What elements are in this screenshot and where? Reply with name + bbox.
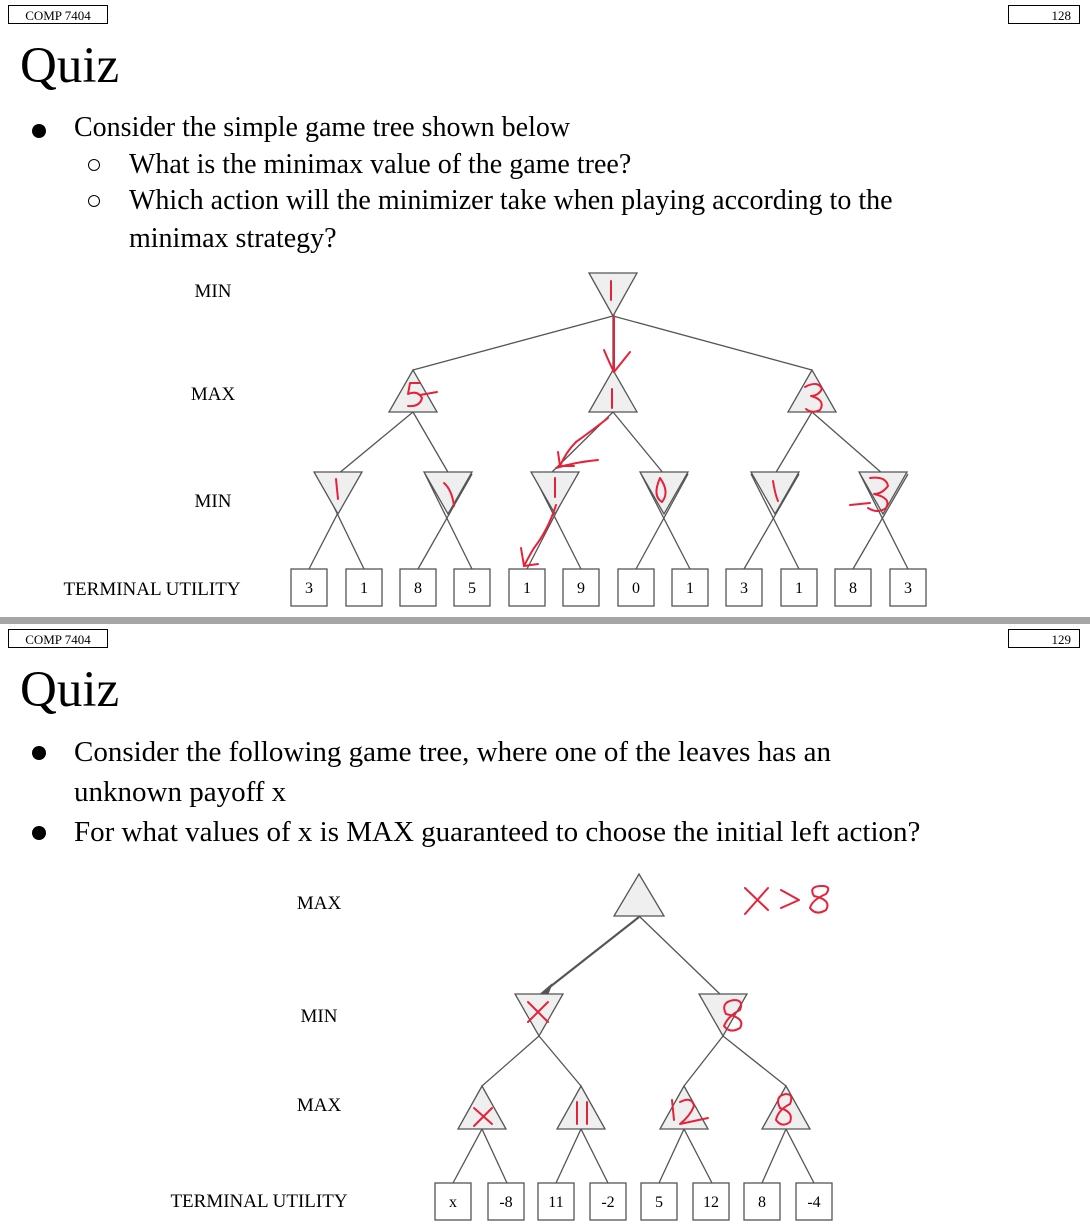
terminal-leaves: x -8 11 -2 5 12 8 -4 bbox=[434, 1182, 833, 1221]
min-node bbox=[638, 471, 690, 516]
level-label-max: MAX bbox=[297, 893, 342, 914]
min-node bbox=[422, 471, 474, 516]
terminal-leaves: 3 1 8 5 1 9 0 1 3 1 8 3 bbox=[290, 568, 927, 607]
leaf-value: 8 bbox=[758, 1194, 766, 1211]
leaf-value: 1 bbox=[795, 580, 803, 597]
leaf-value: 9 bbox=[577, 580, 585, 597]
leaf-value: 8 bbox=[849, 580, 857, 597]
leaf-value: 12 bbox=[703, 1194, 719, 1211]
tree-edges bbox=[308, 315, 909, 570]
leaf-value: 1 bbox=[360, 580, 368, 597]
leaf-value: 11 bbox=[548, 1194, 563, 1211]
min-node-root bbox=[587, 272, 639, 318]
leaf-value: 5 bbox=[468, 580, 476, 597]
max-node bbox=[760, 1084, 812, 1130]
max-node bbox=[456, 1084, 508, 1130]
max-node-root bbox=[612, 872, 666, 917]
level-label-max: MAX bbox=[297, 1095, 342, 1116]
slide-129: COMP 7404 129 Quiz Consider the followin… bbox=[0, 624, 1090, 1231]
leaf-value: 1 bbox=[686, 580, 694, 597]
level-label-max: MAX bbox=[191, 384, 236, 405]
leaf-value: 3 bbox=[740, 580, 748, 597]
level-label-min: MIN bbox=[195, 491, 232, 512]
game-tree-1: MIN MAX MIN TERMINAL UTILITY 3 1 8 5 1 9… bbox=[63, 272, 927, 607]
leaf-value: -8 bbox=[499, 1194, 512, 1211]
min-node bbox=[697, 993, 749, 1038]
leaf-value: -4 bbox=[807, 1194, 820, 1211]
leaf-value: 1 bbox=[523, 580, 531, 597]
leaf-value: x bbox=[449, 1194, 457, 1211]
tree-edges bbox=[452, 915, 815, 1184]
leaf-value: 5 bbox=[655, 1194, 663, 1211]
slide-divider bbox=[0, 617, 1090, 624]
level-label-terminal: TERMINAL UTILITY bbox=[170, 1191, 347, 1212]
max-node bbox=[555, 1084, 607, 1130]
level-label-terminal: TERMINAL UTILITY bbox=[63, 579, 240, 600]
leaf-value: 3 bbox=[904, 580, 912, 597]
max-node bbox=[786, 368, 838, 413]
leaf-value: 8 bbox=[414, 580, 422, 597]
min-node bbox=[513, 993, 565, 1038]
game-tree-2: MAX MIN MAX TERMINAL UTILITY x -8 11 -2 … bbox=[170, 872, 833, 1221]
slide-128: COMP 7404 128 Quiz Consider the simple g… bbox=[0, 0, 1090, 617]
leaf-value: 0 bbox=[632, 580, 640, 597]
leaf-value: 3 bbox=[305, 580, 313, 597]
leaf-value: -2 bbox=[601, 1194, 614, 1211]
level-label-min: MIN bbox=[301, 1006, 338, 1027]
left-action-arrow bbox=[536, 916, 640, 997]
level-label-min: MIN bbox=[195, 281, 232, 302]
